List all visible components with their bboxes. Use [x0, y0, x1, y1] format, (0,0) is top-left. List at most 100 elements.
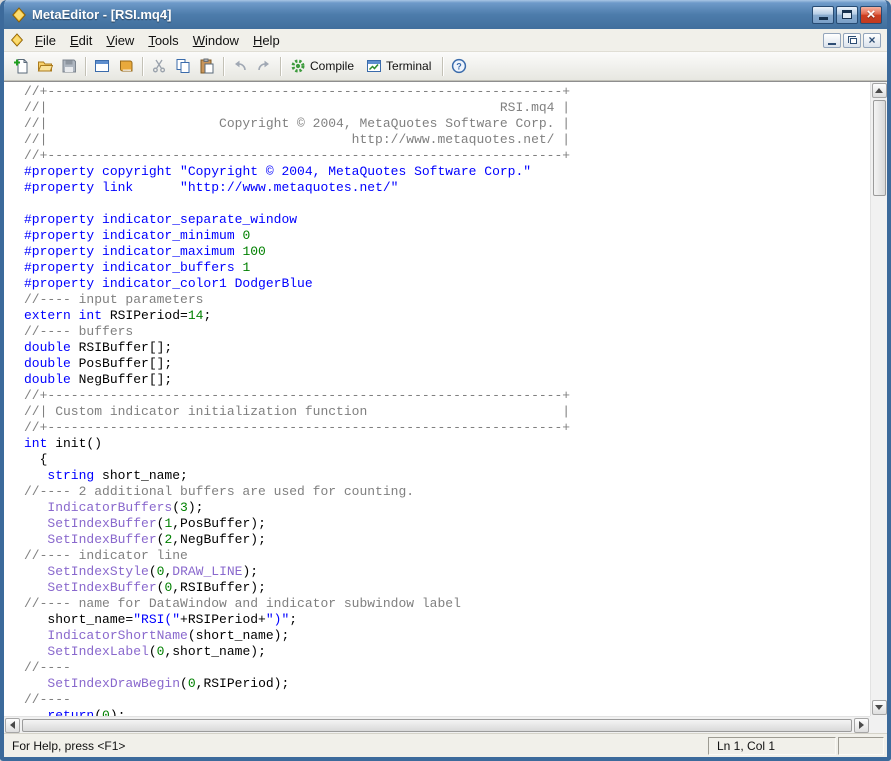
code-line: //| RSI.mq4 |	[24, 100, 571, 115]
code-line: //+-------------------------------------…	[24, 388, 571, 403]
code-line: double NegBuffer[];	[24, 372, 173, 387]
terminal-icon	[366, 58, 382, 74]
code-line: double RSIBuffer[];	[24, 340, 173, 355]
new-file-button[interactable]	[9, 55, 33, 78]
minimize-button[interactable]	[812, 5, 834, 24]
paste-button[interactable]	[195, 55, 219, 78]
code-line: //----	[24, 660, 71, 675]
arrow-left-icon	[10, 721, 15, 729]
window-panel-icon	[94, 58, 110, 74]
maximize-icon	[842, 10, 852, 19]
code-line: SetIndexBuffer(2,NegBuffer);	[47, 532, 266, 547]
open-file-button[interactable]	[33, 55, 57, 78]
mdi-minimize-button[interactable]	[823, 32, 841, 48]
mdi-minimize-icon	[828, 42, 836, 45]
code-line: SetIndexDrawBegin(0,RSIPeriod);	[47, 676, 290, 691]
horizontal-scroll-thumb[interactable]	[22, 718, 852, 732]
code-line: SetIndexLabel(0,short_name);	[47, 644, 266, 659]
scroll-right-button[interactable]	[854, 717, 869, 733]
open-folder-icon	[37, 58, 53, 74]
compile-button[interactable]: Compile	[285, 55, 361, 78]
horizontal-scrollbar[interactable]	[4, 716, 870, 733]
save-button[interactable]	[57, 55, 81, 78]
menu-item-file[interactable]: File	[28, 30, 63, 51]
code-line: extern int RSIPeriod=14;	[24, 308, 212, 323]
cursor-position: Ln 1, Col 1	[708, 736, 836, 755]
vertical-scrollbar[interactable]	[870, 82, 887, 716]
code-line: SetIndexBuffer(0,RSIBuffer);	[47, 580, 266, 595]
minimize-icon	[818, 16, 828, 20]
compile-icon	[290, 58, 306, 74]
toolbar-separator	[223, 56, 224, 76]
mdi-close-button[interactable]	[863, 32, 881, 48]
toolbar-separator	[280, 56, 281, 76]
code-line: IndicatorBuffers(3);	[47, 500, 204, 515]
window-title: MetaEditor - [RSI.mq4]	[32, 7, 172, 22]
help-icon: ?	[451, 58, 467, 74]
help-button[interactable]: ?	[447, 55, 471, 78]
scroll-left-button[interactable]	[5, 717, 20, 733]
menu-item-tools[interactable]: Tools	[141, 30, 185, 51]
code-line: SetIndexStyle(0,DRAW_LINE);	[47, 564, 259, 579]
code-line: return(0);	[47, 708, 126, 716]
metaeditor-app-icon	[11, 6, 27, 23]
dictionary-button[interactable]	[114, 55, 138, 78]
code-line: string short_name;	[47, 468, 188, 483]
terminal-button-label: Terminal	[386, 59, 432, 73]
cut-button[interactable]	[147, 55, 171, 78]
redo-button[interactable]	[252, 55, 276, 78]
save-icon	[61, 58, 77, 74]
code-line: double PosBuffer[];	[24, 356, 173, 371]
scroll-down-button[interactable]	[871, 700, 887, 715]
window-panel-button[interactable]	[90, 55, 114, 78]
toolbar-separator	[442, 56, 444, 76]
code-line: #property indicator_buffers 1	[24, 260, 251, 275]
code-line: //---- indicator line	[24, 548, 188, 563]
code-line: short_name="RSI("+RSIPeriod+")";	[24, 612, 298, 627]
window-controls	[810, 5, 882, 24]
code-line: #property indicator_maximum 100	[24, 244, 266, 259]
copy-button[interactable]	[171, 55, 195, 78]
copy-icon	[175, 58, 191, 74]
menu-bar: File Edit View Tools Window Help	[4, 29, 887, 52]
code-line: //----	[24, 692, 71, 707]
title-bar: MetaEditor - [RSI.mq4]	[4, 0, 887, 29]
code-line: //| http://www.metaquotes.net/ |	[24, 132, 571, 147]
code-line: #property indicator_color1 DodgerBlue	[24, 276, 313, 291]
close-icon	[867, 6, 876, 24]
status-bar: For Help, press <F1> Ln 1, Col 1	[4, 733, 887, 757]
menu-item-edit[interactable]: Edit	[63, 30, 99, 51]
status-extra-panel	[838, 736, 884, 755]
scrollbar-corner	[870, 716, 887, 733]
code-line: #property link "http://www.metaquotes.ne…	[24, 180, 399, 195]
code-line: int init()	[24, 436, 103, 451]
code-line: SetIndexBuffer(1,PosBuffer);	[47, 516, 266, 531]
scroll-up-button[interactable]	[871, 83, 887, 98]
code-line: //+-------------------------------------…	[24, 420, 571, 435]
toolbar: Compile Terminal ?	[4, 52, 887, 81]
document-icon[interactable]	[10, 33, 24, 47]
mdi-restore-icon	[847, 36, 857, 44]
title-bar-left: MetaEditor - [RSI.mq4]	[11, 6, 172, 23]
menu-item-help[interactable]: Help	[246, 30, 287, 51]
toolbar-separator	[142, 56, 143, 76]
redo-icon	[256, 58, 272, 74]
terminal-button[interactable]: Terminal	[361, 55, 438, 78]
editor-area: //+-------------------------------------…	[4, 81, 887, 733]
code-line: #property indicator_minimum 0	[24, 228, 251, 243]
mdi-restore-button[interactable]	[843, 32, 861, 48]
cut-icon	[151, 58, 167, 74]
dictionary-book-icon	[118, 58, 134, 74]
maximize-button[interactable]	[836, 5, 858, 24]
code-line: //---- input parameters	[24, 292, 204, 307]
close-button[interactable]	[860, 5, 882, 24]
undo-button[interactable]	[228, 55, 252, 78]
code-line: //---- buffers	[24, 324, 134, 339]
menu-bar-items: File Edit View Tools Window Help	[28, 30, 823, 51]
vertical-scroll-thumb[interactable]	[872, 100, 886, 196]
undo-icon	[232, 58, 248, 74]
code-content[interactable]: //+-------------------------------------…	[4, 82, 870, 716]
menu-item-view[interactable]: View	[99, 30, 141, 51]
menu-item-window[interactable]: Window	[186, 30, 246, 51]
